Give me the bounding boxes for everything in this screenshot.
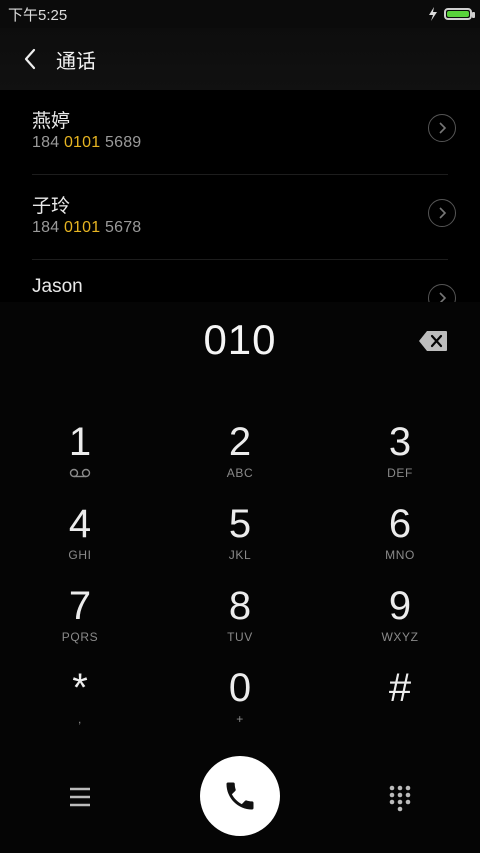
contact-number: 184 0101 5689 — [32, 134, 141, 152]
contact-name: Jason — [32, 276, 83, 297]
number-prefix: 184 — [32, 134, 64, 151]
contact-item[interactable]: 子玲 184 0101 5678 — [32, 175, 456, 260]
backspace-button[interactable] — [418, 330, 448, 352]
backspace-icon — [419, 331, 447, 351]
key-digit: 3 — [388, 420, 412, 464]
key-digit: 5 — [228, 502, 252, 546]
chevron-right-icon — [439, 122, 447, 134]
phone-icon — [226, 782, 254, 810]
status-bar: 下午5:25 — [0, 0, 480, 28]
key-letters: + — [236, 712, 244, 726]
status-time: 下午5:25 — [8, 6, 68, 24]
contact-item[interactable]: Jason — [32, 260, 456, 302]
contact-item[interactable]: 燕婷 184 0101 5689 — [32, 90, 456, 175]
key-letters: GHI — [68, 548, 92, 562]
key-letters: TUV — [227, 630, 253, 644]
status-icons — [428, 7, 475, 21]
charging-icon — [429, 7, 437, 21]
key-letters: , — [78, 712, 82, 726]
call-button[interactable] — [200, 756, 280, 836]
key-digit: 6 — [388, 502, 412, 546]
key-letters: PQRS — [61, 630, 99, 644]
key-letters: ABC — [226, 466, 254, 480]
menu-icon — [70, 787, 90, 807]
key-1[interactable]: 1 — [20, 420, 140, 496]
key-digit: 9 — [388, 584, 412, 628]
contact-detail-button[interactable] — [428, 114, 456, 142]
key-digit: 4 — [68, 502, 92, 546]
contact-name: 子玲 — [32, 196, 71, 217]
chevron-left-icon — [24, 48, 36, 70]
key-letters: WXYZ — [381, 630, 419, 644]
number-match-highlight: 0101 — [63, 134, 101, 151]
chevron-right-icon — [439, 292, 447, 302]
key-6[interactable]: 6 MNO — [340, 502, 460, 578]
contact-detail-button[interactable] — [428, 199, 456, 227]
key-star[interactable]: * , — [20, 666, 140, 742]
page-title: 通话 — [56, 50, 96, 73]
key-digit: 7 — [68, 584, 92, 628]
key-digit: 1 — [68, 420, 92, 464]
key-9[interactable]: 9 WXYZ — [340, 584, 460, 660]
key-letters: MNO — [385, 548, 415, 562]
key-digit: 0 — [228, 666, 252, 710]
number-suffix: 5689 — [100, 134, 142, 151]
key-digit: * — [72, 666, 88, 710]
dialpad-panel: 010 1 2 ABC 3 DEF 4 GHI 5 JKL 6 MNO 7 PQ… — [0, 302, 480, 853]
number-match-highlight: 0101 — [63, 219, 101, 236]
contact-name: 燕婷 — [32, 111, 71, 132]
key-7[interactable]: 7 PQRS — [20, 584, 140, 660]
key-5[interactable]: 5 JKL — [180, 502, 300, 578]
back-button[interactable] — [18, 47, 42, 71]
battery-icon — [444, 8, 475, 20]
key-letters: JKL — [228, 548, 252, 562]
key-letters: DEF — [387, 466, 413, 480]
dialed-number-display[interactable]: 010 — [0, 316, 480, 364]
number-prefix: 184 — [32, 219, 64, 236]
key-2[interactable]: 2 ABC — [180, 420, 300, 496]
key-4[interactable]: 4 GHI — [20, 502, 140, 578]
menu-button[interactable] — [62, 782, 98, 812]
contact-detail-button[interactable] — [428, 284, 456, 302]
key-hash[interactable]: # — [340, 666, 460, 742]
number-suffix: 5678 — [100, 219, 142, 236]
chevron-right-icon — [439, 207, 447, 219]
key-digit: 8 — [228, 584, 252, 628]
contact-results-list: 燕婷 184 0101 5689 子玲 184 0101 5678 Jason — [0, 90, 480, 302]
dialpad-toggle-button[interactable] — [382, 780, 418, 816]
key-0[interactable]: 0 + — [180, 666, 300, 742]
dialpad-icon — [389, 785, 411, 812]
key-8[interactable]: 8 TUV — [180, 584, 300, 660]
header: 通话 — [0, 28, 480, 90]
contact-number: 184 0101 5678 — [32, 219, 141, 237]
key-digit: 2 — [228, 420, 252, 464]
voicemail-icon — [69, 468, 91, 478]
key-3[interactable]: 3 DEF — [340, 420, 460, 496]
key-digit: # — [388, 666, 412, 710]
dialer-bottom-bar — [0, 754, 480, 844]
battery-fill — [447, 11, 469, 17]
